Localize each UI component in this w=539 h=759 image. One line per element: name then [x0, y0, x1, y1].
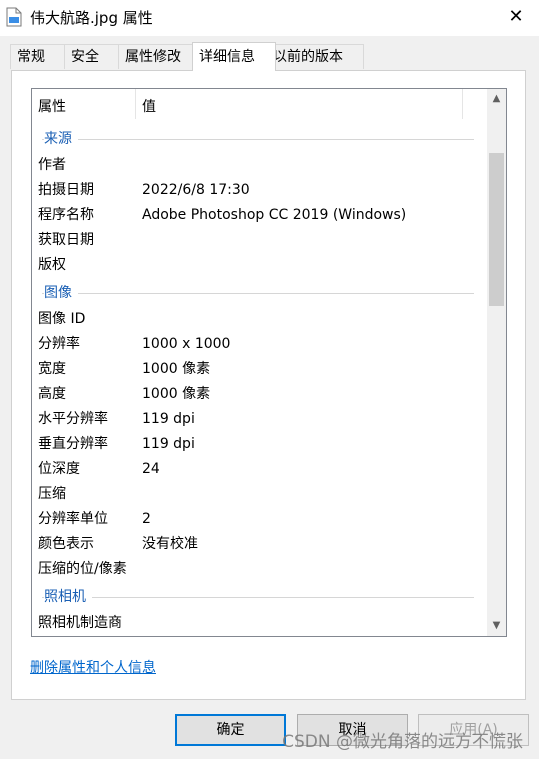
- scroll-up-icon[interactable]: ▲: [487, 89, 506, 109]
- property-row[interactable]: 颜色表示 没有校准: [32, 532, 482, 556]
- section-camera: 照相机: [32, 587, 488, 611]
- section-divider: [42, 139, 474, 140]
- scrollbar-thumb[interactable]: [489, 153, 504, 306]
- property-row[interactable]: 照相机制造商: [32, 611, 482, 635]
- section-title: 图像: [44, 283, 78, 303]
- property-name: 高度: [38, 386, 66, 402]
- property-name: 图像 ID: [38, 311, 86, 327]
- section-source: 来源: [32, 129, 488, 153]
- tab-security[interactable]: 安全: [64, 44, 120, 69]
- property-name: 垂直分辨率: [38, 436, 108, 452]
- property-value: Adobe Photoshop CC 2019 (Windows): [142, 207, 407, 223]
- property-row[interactable]: 拍摄日期 2022/6/8 17:30: [32, 178, 482, 202]
- property-name: 照相机制造商: [38, 615, 122, 631]
- tab-details[interactable]: 详细信息: [192, 42, 276, 71]
- close-button[interactable]: ✕: [499, 2, 533, 32]
- property-row[interactable]: 宽度 1000 像素: [32, 357, 482, 381]
- close-icon: ✕: [508, 6, 524, 27]
- property-row[interactable]: 位深度 24: [32, 457, 482, 481]
- remove-properties-link[interactable]: 删除属性和个人信息: [30, 657, 156, 677]
- tab-property-edit[interactable]: 属性修改: [118, 44, 202, 69]
- section-divider: [42, 597, 474, 598]
- vertical-scrollbar[interactable]: ▲ ▼: [487, 89, 506, 636]
- watermark: CSDN @微光角落的远方不慌张: [282, 732, 523, 752]
- property-name: 压缩的位/像素: [38, 561, 127, 577]
- property-row[interactable]: 获取日期: [32, 228, 482, 252]
- property-row[interactable]: 分辨率 1000 x 1000: [32, 332, 482, 356]
- column-divider[interactable]: [462, 89, 463, 119]
- property-row[interactable]: 作者: [32, 153, 482, 177]
- property-value: 1000 像素: [142, 386, 211, 402]
- property-value: 24: [142, 461, 160, 477]
- property-name: 拍摄日期: [38, 182, 94, 198]
- property-value: 1000 像素: [142, 361, 211, 377]
- property-row[interactable]: 图像 ID: [32, 307, 482, 331]
- file-icon: [6, 7, 22, 27]
- property-row[interactable]: 压缩: [32, 482, 482, 506]
- property-name: 宽度: [38, 361, 66, 377]
- section-image: 图像: [32, 283, 488, 307]
- property-name: 位深度: [38, 461, 80, 477]
- property-value: 2022/6/8 17:30: [142, 182, 250, 198]
- property-value: 1000 x 1000: [142, 336, 231, 352]
- property-value: 119 dpi: [142, 436, 195, 452]
- scroll-down-icon[interactable]: ▼: [487, 616, 506, 636]
- property-name: 获取日期: [38, 232, 94, 248]
- tab-previous-versions[interactable]: 以前的版本: [266, 44, 364, 69]
- property-row[interactable]: 垂直分辨率 119 dpi: [32, 432, 482, 456]
- ok-button[interactable]: 确定: [175, 714, 286, 746]
- property-value: 2: [142, 511, 151, 527]
- header-property[interactable]: 属性: [38, 96, 66, 116]
- section-title: 照相机: [44, 587, 92, 607]
- property-row[interactable]: 程序名称 Adobe Photoshop CC 2019 (Windows): [32, 203, 482, 227]
- property-value: 119 dpi: [142, 411, 195, 427]
- property-name: 分辨率单位: [38, 511, 108, 527]
- property-value: 没有校准: [142, 536, 198, 552]
- property-name: 作者: [38, 157, 66, 173]
- section-divider: [42, 293, 474, 294]
- header-value[interactable]: 值: [142, 96, 156, 116]
- property-name: 水平分辨率: [38, 411, 108, 427]
- property-name: 颜色表示: [38, 536, 94, 552]
- property-name: 程序名称: [38, 207, 94, 223]
- properties-list[interactable]: 属性 值 来源 作者 拍摄日期 2022/6/8 17:30 程序名称 Adobe …: [31, 88, 507, 637]
- property-name: 分辨率: [38, 336, 80, 352]
- property-row[interactable]: 高度 1000 像素: [32, 382, 482, 406]
- title-bar: 伟大航路.jpg 属性 ✕: [0, 0, 539, 36]
- property-row[interactable]: 版权: [32, 253, 482, 277]
- window-title: 伟大航路.jpg 属性: [30, 9, 153, 27]
- section-title: 来源: [44, 129, 78, 149]
- property-name: 版权: [38, 257, 66, 273]
- property-row[interactable]: 水平分辨率 119 dpi: [32, 407, 482, 431]
- property-row[interactable]: 压缩的位/像素: [32, 557, 482, 581]
- list-header: 属性 值: [32, 89, 488, 119]
- column-divider[interactable]: [135, 89, 136, 119]
- property-row[interactable]: 分辨率单位 2: [32, 507, 482, 531]
- tab-general[interactable]: 常规: [10, 44, 66, 69]
- property-name: 压缩: [38, 486, 66, 502]
